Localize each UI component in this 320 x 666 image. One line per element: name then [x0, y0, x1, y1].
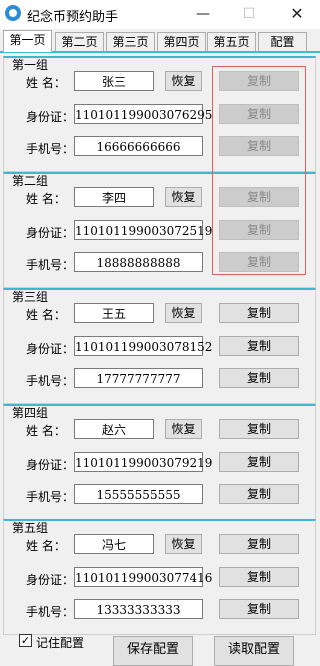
- title-bar: 纪念币预约助手 — ☐ ✕: [0, 0, 320, 29]
- name-label: 姓 名：: [26, 424, 66, 438]
- tab-config[interactable]: 配置: [258, 32, 307, 51]
- copy-id-button[interactable]: 复制: [219, 567, 299, 587]
- copy-phone-button[interactable]: 复制: [219, 599, 299, 619]
- id-field[interactable]: 110101199003077416: [74, 567, 212, 587]
- name-field[interactable]: 李四: [74, 187, 154, 207]
- copy-name-button[interactable]: 复制: [219, 419, 299, 439]
- id-label: 身份证：: [26, 110, 75, 124]
- id-field[interactable]: 110101199003079219: [74, 452, 212, 472]
- minimize-button[interactable]: —: [180, 0, 226, 29]
- phone-label: 手机号：: [26, 490, 75, 504]
- copy-id-button[interactable]: 复制: [219, 336, 299, 356]
- copy-phone-button[interactable]: 复制: [219, 484, 299, 504]
- name-field[interactable]: 冯七: [74, 534, 154, 554]
- phone-field[interactable]: 17777777777: [74, 368, 203, 388]
- name-label: 姓 名：: [26, 76, 66, 90]
- id-label: 身份证：: [26, 342, 75, 356]
- phone-field[interactable]: 16666666666: [74, 136, 203, 156]
- copy-id-button[interactable]: 复制: [219, 452, 299, 472]
- window-title: 纪念币预约助手: [27, 10, 119, 25]
- id-label: 身份证：: [26, 226, 75, 240]
- copy-phone-button[interactable]: 复制: [219, 368, 299, 388]
- copy-name-button[interactable]: 复制: [219, 303, 299, 323]
- copy-name-button[interactable]: 复制: [219, 534, 299, 554]
- phone-label: 手机号：: [26, 258, 75, 272]
- tab-page-5[interactable]: 第五页: [207, 32, 256, 51]
- restore-button[interactable]: 恢复: [165, 187, 202, 207]
- group-title: 第五组: [12, 521, 49, 535]
- remember-label: 记住配置: [36, 636, 85, 650]
- restore-button[interactable]: 恢复: [165, 303, 202, 323]
- phone-label: 手机号：: [26, 374, 75, 388]
- phone-label: 手机号：: [26, 605, 75, 619]
- maximize-button[interactable]: ☐: [226, 0, 272, 29]
- phone-field[interactable]: 13333333333: [74, 599, 203, 619]
- tab-page-1[interactable]: 第一页: [3, 30, 52, 52]
- app-icon: [5, 5, 21, 21]
- tab-page-3[interactable]: 第三页: [106, 32, 155, 51]
- name-field[interactable]: 赵六: [74, 419, 154, 439]
- id-label: 身份证：: [26, 458, 75, 472]
- tab-bar: 第一页 第二页 第三页 第四页 第五页 配置: [0, 29, 320, 52]
- name-field[interactable]: 张三: [74, 71, 154, 91]
- restore-button[interactable]: 恢复: [165, 71, 202, 91]
- group-title: 第一组: [12, 58, 49, 72]
- load-config-button[interactable]: 读取配置: [214, 636, 294, 666]
- phone-field[interactable]: 15555555555: [74, 484, 203, 504]
- tab-page-2[interactable]: 第二页: [55, 32, 104, 51]
- name-field[interactable]: 王五: [74, 303, 154, 323]
- group-4: 第四组 姓 名： 赵六 恢复 复制 身份证： 11010119900307921…: [3, 404, 316, 520]
- highlight-box: [212, 66, 306, 275]
- name-label: 姓 名：: [26, 539, 66, 553]
- id-field[interactable]: 110101199003076295: [74, 104, 212, 124]
- group-3: 第三组 姓 名： 王五 恢复 复制 身份证： 11010119900307815…: [3, 288, 316, 404]
- group-title: 第二组: [12, 174, 49, 188]
- group-title: 第四组: [12, 406, 49, 420]
- restore-button[interactable]: 恢复: [165, 534, 202, 554]
- remember-checkbox[interactable]: ✓: [19, 634, 32, 647]
- close-button[interactable]: ✕: [274, 0, 320, 29]
- phone-field[interactable]: 18888888888: [74, 252, 203, 272]
- group-title: 第三组: [12, 290, 49, 304]
- id-label: 身份证：: [26, 573, 75, 587]
- group-5: 第五组 姓 名： 冯七 恢复 复制 身份证： 11010119900307741…: [3, 519, 316, 635]
- restore-button[interactable]: 恢复: [165, 419, 202, 439]
- id-field[interactable]: 110101199003078152: [74, 336, 212, 356]
- phone-label: 手机号：: [26, 142, 75, 156]
- id-field[interactable]: 110101199003072519: [74, 220, 212, 240]
- name-label: 姓 名：: [26, 192, 66, 206]
- name-label: 姓 名：: [26, 308, 66, 322]
- tab-page-4[interactable]: 第四页: [157, 32, 206, 51]
- save-config-button[interactable]: 保存配置: [113, 636, 193, 666]
